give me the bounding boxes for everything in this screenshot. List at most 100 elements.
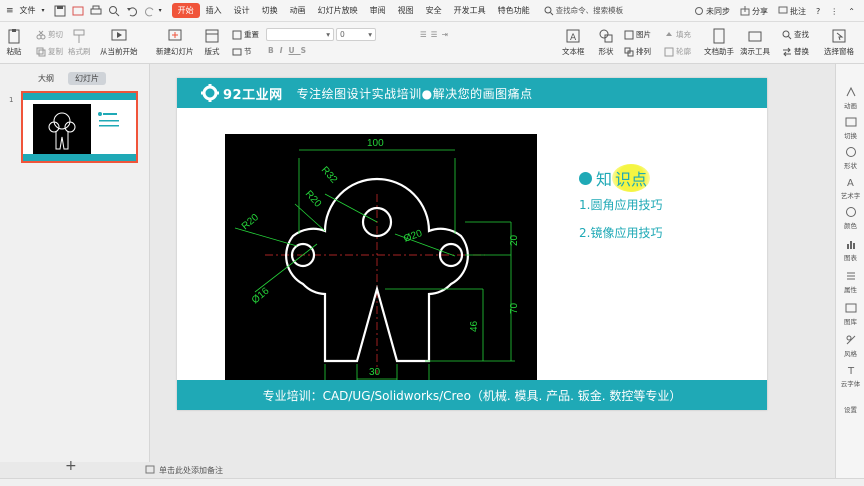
comment-button[interactable]: 批注	[778, 6, 806, 17]
collapse-ribbon-icon[interactable]: ⌃	[848, 7, 855, 16]
slide-slogan: 专注绘图设计实战培训●解决您的画图痛点	[296, 86, 533, 101]
new-slide-button[interactable]: 新建幻灯片	[156, 28, 194, 57]
paragraph-row[interactable]: ☰ ☰ ⇥	[420, 30, 452, 39]
sidebar-chart[interactable]: 图表	[836, 238, 864, 262]
strike-icon[interactable]: S	[301, 46, 312, 55]
layout-button[interactable]: 版式	[204, 28, 220, 57]
tab-animation[interactable]: 动画	[284, 5, 312, 16]
tab-slideshow[interactable]: 幻灯片放映	[312, 5, 364, 16]
save-icon[interactable]	[54, 5, 66, 17]
chevron-down-icon: ▾	[326, 30, 330, 39]
notes-bar[interactable]: 单击此处添加备注	[145, 462, 835, 478]
sidebar-style[interactable]: 风格	[836, 334, 864, 358]
italic-icon[interactable]: I	[280, 46, 289, 55]
sidebar-gallery-label: 图库	[844, 318, 857, 326]
play-icon	[111, 29, 127, 41]
textbox-icon: A	[566, 29, 580, 43]
tab-design[interactable]: 设计	[228, 5, 256, 16]
sidebar-settings[interactable]: 设置	[836, 404, 864, 414]
paste-button[interactable]: 粘贴	[6, 28, 22, 57]
menu-file[interactable]: 文件	[14, 5, 42, 16]
menu-icon[interactable]: ≡	[6, 6, 14, 16]
chevron-down-icon[interactable]: ▾	[159, 7, 162, 14]
reset-button[interactable]: 重置	[232, 29, 259, 40]
preview-icon[interactable]	[108, 5, 120, 17]
sidebar-chart-label: 图表	[844, 254, 857, 262]
section-button[interactable]: 节	[232, 46, 252, 57]
copy-button[interactable]: 复制	[36, 46, 63, 57]
tab-start[interactable]: 开始	[171, 3, 200, 18]
sidebar-settings-label: 设置	[844, 406, 857, 414]
sidebar-wordart[interactable]: A 艺术字	[836, 176, 864, 200]
sidebar-animation[interactable]: 动画	[836, 86, 864, 110]
tab-view[interactable]: 视图	[392, 5, 420, 16]
bullet-dot-icon	[579, 171, 592, 185]
command-search[interactable]: 查找命令、搜索模板	[544, 5, 623, 16]
font-size-select[interactable]: 0 ▾	[336, 28, 376, 41]
shape-button[interactable]: 形状	[598, 28, 614, 57]
tab-special-features[interactable]: 特色功能	[492, 5, 536, 16]
tab-review[interactable]: 审阅	[364, 5, 392, 16]
sidebar-transition[interactable]: 切换	[836, 116, 864, 140]
doc-helper-button[interactable]: 文档助手	[704, 28, 734, 57]
cut-button[interactable]: 剪切	[36, 29, 63, 40]
underline-icon[interactable]: U	[289, 46, 301, 55]
share-button[interactable]: 分享	[740, 6, 768, 17]
find-button[interactable]: 查找	[782, 29, 809, 40]
outline-icon	[664, 47, 674, 56]
present-tools-button[interactable]: 演示工具	[740, 28, 770, 57]
replace-button[interactable]: 替换	[782, 46, 809, 57]
sidebar-properties[interactable]: 属性	[836, 270, 864, 294]
slide-number: 1	[9, 96, 14, 104]
kp-item-2: 2.镜像应用技巧	[579, 226, 663, 240]
svg-text:T: T	[847, 366, 855, 376]
font-name-select[interactable]: ▾	[266, 28, 334, 41]
select-pane-button[interactable]: 选择窗格	[824, 28, 854, 57]
slide-thumbnail[interactable]	[21, 91, 138, 163]
sidebar-animation-label: 动画	[844, 102, 857, 110]
section-label: 节	[244, 47, 252, 56]
layout-label: 版式	[204, 47, 220, 56]
menu-bar: ≡ 文件 ▾ ▾ 开始 插入 设计 切换 动画 幻灯片放映 审阅 视图 安全 开…	[0, 0, 864, 22]
sidebar-gallery[interactable]: 图库	[836, 302, 864, 326]
textbox-button[interactable]: A 文本框	[562, 28, 585, 57]
outline-button[interactable]: 轮廓	[664, 46, 691, 57]
share-label: 分享	[752, 6, 769, 16]
svg-text:A: A	[570, 33, 577, 43]
text-format-row[interactable]: BIUS	[268, 46, 312, 55]
sync-button[interactable]: 未同步	[694, 6, 730, 17]
undo-icon[interactable]	[126, 5, 138, 17]
shape-icon	[845, 147, 856, 157]
sidebar-cloud-font[interactable]: T 云字体	[836, 364, 864, 388]
tab-slides[interactable]: 幻灯片	[68, 72, 106, 85]
add-slide-icon[interactable]: +	[65, 458, 77, 474]
bullets-icon[interactable]: ☰	[420, 30, 431, 39]
fill-button[interactable]: 填充	[664, 29, 691, 40]
tab-outline[interactable]: 大纲	[38, 73, 54, 84]
slide[interactable]: 92工业网 专注绘图设计实战培训●解决您的画图痛点 100 R32 R20 R2…	[177, 78, 767, 410]
tab-insert[interactable]: 插入	[200, 5, 228, 16]
footer-text: 专业培训：CAD/UG/Solidworks/Creo（机械. 模具. 产品. …	[262, 388, 682, 403]
tab-security[interactable]: 安全	[420, 5, 448, 16]
redo-icon[interactable]	[144, 5, 156, 17]
search-icon	[544, 6, 553, 15]
help-icon[interactable]: ?	[816, 7, 820, 16]
tab-transition[interactable]: 切换	[256, 5, 284, 16]
dim-70-vertical: 70	[509, 302, 520, 314]
indent-icon[interactable]: ⇥	[441, 30, 451, 39]
arrange-button[interactable]: 排列	[624, 46, 651, 57]
print-icon[interactable]	[90, 5, 102, 17]
more-icon[interactable]: ⋮	[830, 7, 838, 16]
sidebar-shape[interactable]: 形状	[836, 146, 864, 170]
chevron-down-icon[interactable]: ▾	[42, 7, 45, 14]
sidebar-color[interactable]: 颜色	[836, 206, 864, 230]
cloud-icon	[695, 7, 704, 15]
play-from-current-button[interactable]: 从当前开始	[100, 28, 138, 57]
picture-button[interactable]: 图片	[624, 29, 651, 40]
export-icon[interactable]	[72, 5, 84, 17]
bold-icon[interactable]: B	[268, 46, 280, 55]
format-painter-button[interactable]: 格式刷	[68, 28, 91, 57]
numbering-icon[interactable]: ☰	[431, 30, 442, 39]
tab-developer[interactable]: 开发工具	[448, 5, 492, 16]
sync-label: 未同步	[706, 6, 731, 16]
